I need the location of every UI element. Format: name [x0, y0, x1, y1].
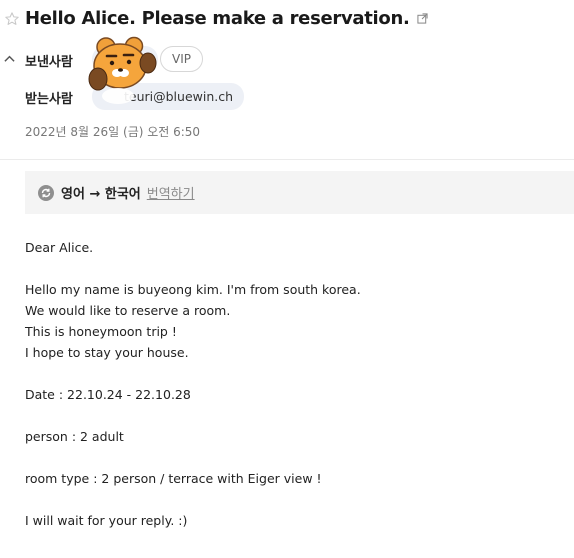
avatar: [88, 36, 157, 104]
body-room-line: room type : 2 person / terrace with Eige…: [25, 471, 322, 486]
mail-body: Dear Alice. Hello my name is buyeong kim…: [25, 237, 565, 531]
vip-button[interactable]: VIP: [160, 46, 203, 72]
body-line: Hello my name is buyeong kim. I'm from s…: [25, 282, 361, 297]
body-line: I hope to stay your house.: [25, 345, 189, 360]
body-closing: I will wait for your reply. :): [25, 513, 188, 528]
chevron-up-icon[interactable]: [4, 54, 15, 63]
mail-date: 2022년 8월 26일 (금) 오전 6:50: [25, 125, 201, 139]
star-icon[interactable]: [4, 11, 20, 27]
body-date-line: Date : 22.10.24 - 22.10.28: [25, 387, 191, 402]
header-divider: [0, 159, 574, 160]
mail-subject: Hello Alice. Please make a reservation.: [25, 8, 410, 29]
body-person-line: person : 2 adult: [25, 429, 124, 444]
external-link-icon[interactable]: [416, 13, 428, 24]
translate-bar: 영어 → 한국어 번역하기: [25, 171, 574, 214]
translate-button[interactable]: 번역하기: [147, 183, 195, 202]
body-line: We would like to reserve a room.: [25, 303, 231, 318]
recipient-label: 받는사람: [25, 92, 73, 107]
body-greeting: Dear Alice.: [25, 240, 94, 255]
body-line: This is honeymoon trip !: [25, 324, 177, 339]
mail-view: Hello Alice. Please make a reservation. …: [0, 0, 574, 558]
translate-language-pair: 영어 → 한국어: [61, 187, 141, 202]
sender-label: 보낸사람: [25, 55, 73, 70]
translate-refresh-icon: [38, 184, 54, 201]
subject-row: Hello Alice. Please make a reservation.: [0, 8, 428, 29]
